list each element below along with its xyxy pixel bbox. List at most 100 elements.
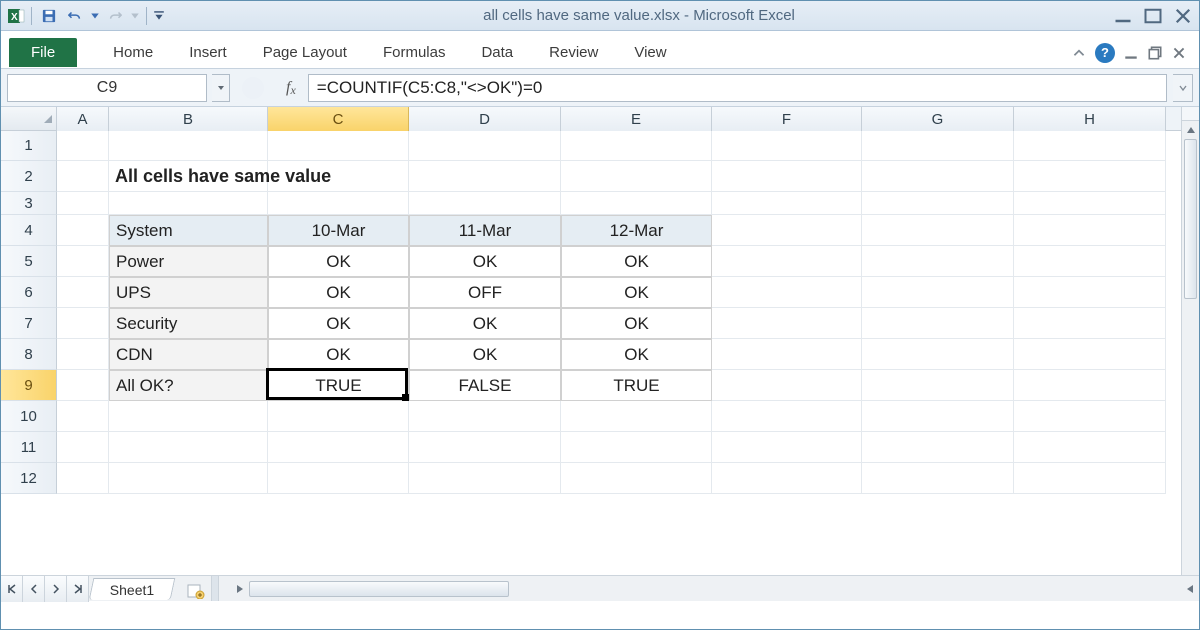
cell-E5[interactable]: OK (561, 246, 712, 277)
tab-review[interactable]: Review (531, 38, 616, 67)
tab-home[interactable]: Home (95, 38, 171, 67)
ribbon-minimize-icon[interactable] (1071, 45, 1087, 61)
name-box[interactable]: C9 (7, 74, 207, 102)
new-sheet-button[interactable] (181, 581, 211, 601)
formula-bar: C9 fx =COUNTIF(C5:C8,"<>OK")=0 (1, 69, 1199, 107)
undo-dropdown[interactable] (90, 5, 100, 27)
sheet-nav-last[interactable] (67, 576, 89, 602)
window-title: all cells have same value.xlsx - Microso… (165, 7, 1113, 24)
vertical-scrollbar[interactable] (1181, 107, 1199, 601)
maximize-button[interactable] (1143, 7, 1163, 25)
scroll-up-button[interactable] (1182, 121, 1199, 139)
customize-qat-dropdown[interactable] (153, 5, 165, 27)
tab-split-handle[interactable] (211, 576, 219, 601)
cell-D7[interactable]: OK (409, 308, 561, 339)
cell-B6[interactable]: UPS (109, 277, 268, 308)
row-header-2[interactable]: 2 (1, 161, 57, 192)
row-header-7[interactable]: 7 (1, 308, 57, 339)
split-handle-icon[interactable] (1182, 107, 1199, 121)
cell-D8[interactable]: OK (409, 339, 561, 370)
cell-C6[interactable]: OK (268, 277, 409, 308)
select-all-corner[interactable] (1, 107, 57, 131)
cell-C5[interactable]: OK (268, 246, 409, 277)
row-header-10[interactable]: 10 (1, 401, 57, 432)
cells-area[interactable]: All cells have same value System10-Mar11-… (57, 131, 1181, 601)
cell-B2[interactable]: All cells have same value (109, 161, 609, 192)
col-header-C[interactable]: C (268, 107, 409, 131)
cell-C7[interactable]: OK (268, 308, 409, 339)
sheet-nav-first[interactable] (1, 576, 23, 602)
vscroll-track[interactable] (1182, 139, 1199, 583)
worksheet-grid[interactable]: A B C D E F G H 123456789101112 All cell… (1, 107, 1199, 601)
row-header-6[interactable]: 6 (1, 277, 57, 308)
tab-formulas[interactable]: Formulas (365, 38, 464, 67)
tab-insert[interactable]: Insert (171, 38, 245, 67)
col-header-G[interactable]: G (862, 107, 1014, 131)
col-header-D[interactable]: D (409, 107, 561, 131)
save-button[interactable] (38, 5, 60, 27)
undo-button[interactable] (64, 5, 86, 27)
formula-input[interactable]: =COUNTIF(C5:C8,"<>OK")=0 (308, 74, 1167, 102)
formula-bar-expand[interactable] (1173, 74, 1193, 102)
help-button[interactable]: ? (1095, 43, 1115, 63)
tab-data[interactable]: Data (463, 38, 531, 67)
horizontal-scrollbar[interactable] (231, 576, 1199, 601)
fx-icon[interactable]: fx (286, 79, 296, 97)
cell-B8[interactable]: CDN (109, 339, 268, 370)
cell-E4[interactable]: 12-Mar (561, 215, 712, 246)
row-header-11[interactable]: 11 (1, 432, 57, 463)
cell-B7[interactable]: Security (109, 308, 268, 339)
workbook-close-button[interactable] (1171, 45, 1187, 61)
row-header-12[interactable]: 12 (1, 463, 57, 494)
col-header-F[interactable]: F (712, 107, 862, 131)
hscroll-track[interactable] (249, 580, 1181, 598)
vscroll-thumb[interactable] (1184, 139, 1197, 299)
cell-D4[interactable]: 11-Mar (409, 215, 561, 246)
redo-button[interactable] (104, 5, 126, 27)
cell-E7[interactable]: OK (561, 308, 712, 339)
name-box-dropdown[interactable] (212, 74, 230, 102)
row-header-4[interactable]: 4 (1, 215, 57, 246)
row-header-5[interactable]: 5 (1, 246, 57, 277)
minimize-button[interactable] (1113, 7, 1133, 25)
file-tab[interactable]: File (9, 38, 77, 67)
cell-B9[interactable]: All OK? (109, 370, 268, 401)
separator (31, 7, 32, 25)
cell-D5[interactable]: OK (409, 246, 561, 277)
redo-dropdown[interactable] (130, 5, 140, 27)
workbook-minimize-button[interactable] (1123, 45, 1139, 61)
col-header-A[interactable]: A (57, 107, 109, 131)
row-header-9[interactable]: 9 (1, 370, 57, 401)
tab-page-layout[interactable]: Page Layout (245, 38, 365, 67)
sheet-tab-sheet1[interactable]: Sheet1 (89, 578, 176, 600)
cell-D6[interactable]: OFF (409, 277, 561, 308)
cell-D9[interactable]: FALSE (409, 370, 561, 401)
workbook-restore-button[interactable] (1147, 45, 1163, 61)
col-header-H[interactable]: H (1014, 107, 1166, 131)
col-header-E[interactable]: E (561, 107, 712, 131)
cell-B4[interactable]: System (109, 215, 268, 246)
row-header-3[interactable]: 3 (1, 192, 57, 215)
row-header-1[interactable]: 1 (1, 131, 57, 161)
tab-view[interactable]: View (616, 38, 684, 67)
cell-C4[interactable]: 10-Mar (268, 215, 409, 246)
hscroll-thumb[interactable] (249, 581, 509, 597)
sheet-nav-next[interactable] (45, 576, 67, 602)
close-button[interactable] (1173, 7, 1193, 25)
scroll-left-button[interactable] (231, 580, 249, 598)
row-header-8[interactable]: 8 (1, 339, 57, 370)
cell-C8[interactable]: OK (268, 339, 409, 370)
cell-E6[interactable]: OK (561, 277, 712, 308)
separator (146, 7, 147, 25)
cell-E9[interactable]: TRUE (561, 370, 712, 401)
cell-B5[interactable]: Power (109, 246, 268, 277)
scroll-right-button[interactable] (1181, 580, 1199, 598)
row-headers: 123456789101112 (1, 131, 57, 601)
ribbon-tabs: File Home Insert Page Layout Formulas Da… (1, 31, 1199, 69)
cancel-formula-button[interactable] (242, 77, 264, 99)
svg-text:X: X (11, 12, 18, 23)
cell-E8[interactable]: OK (561, 339, 712, 370)
col-header-B[interactable]: B (109, 107, 268, 131)
cell-C9[interactable]: TRUE (268, 370, 409, 401)
sheet-nav-prev[interactable] (23, 576, 45, 602)
